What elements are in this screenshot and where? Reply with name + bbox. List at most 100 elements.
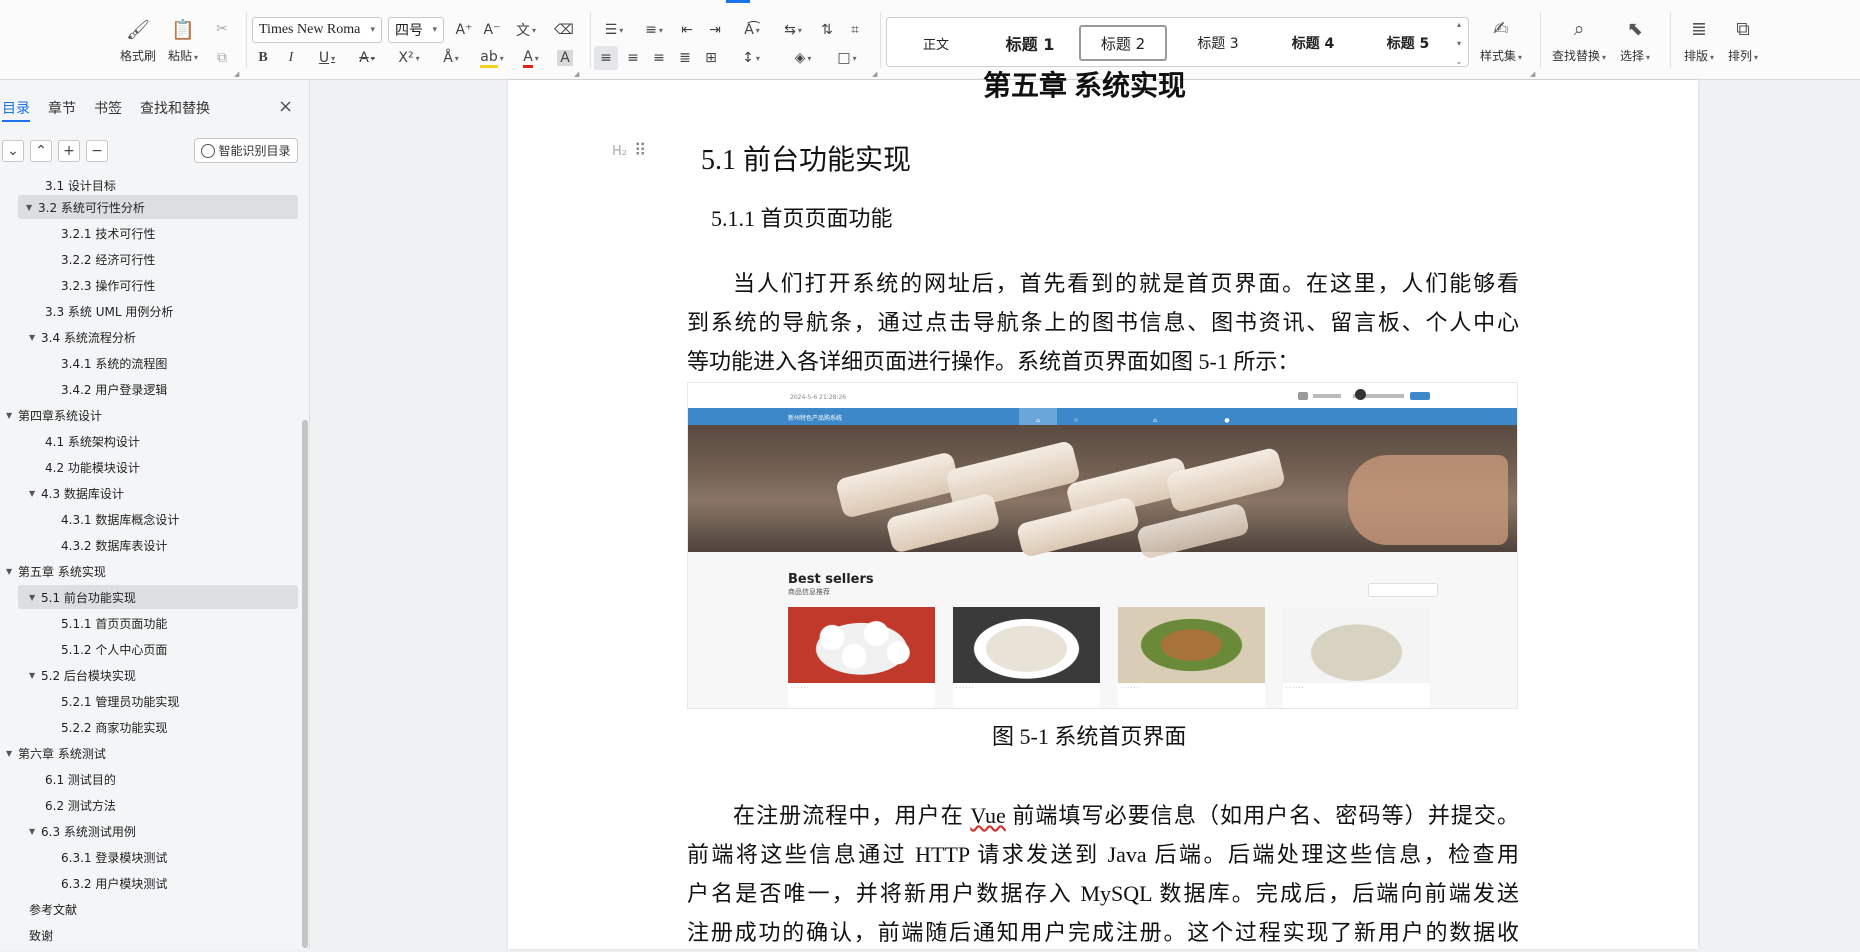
text-direction-button[interactable]: ⇆ ▾ bbox=[776, 18, 810, 42]
toc-item[interactable]: ▼ 6.3 系统测试用例 bbox=[18, 819, 298, 843]
font-dialog-launcher[interactable]: ◢ bbox=[574, 70, 579, 78]
add-item-button[interactable]: + bbox=[58, 140, 80, 162]
homepage-screenshot-figure[interactable]: 2024-5-6 21:28:26 新州特色产品购系统 ⌂ ☆ ⌂ ● Best… bbox=[687, 382, 1518, 709]
spellcheck-word[interactable]: Vue bbox=[970, 803, 1005, 828]
style-heading-2[interactable]: 标题 2 bbox=[1079, 25, 1167, 61]
line-spacing-button[interactable]: ↕ ▾ bbox=[734, 46, 768, 70]
align-center-button[interactable]: ≡ bbox=[622, 46, 644, 70]
toc-item[interactable]: 3.4.1 系统的流程图 bbox=[18, 351, 298, 375]
toc-item[interactable]: 5.2.2 商家功能实现 bbox=[18, 715, 298, 739]
expanded-triangle-icon[interactable]: ▼ bbox=[29, 593, 41, 602]
style-heading-1[interactable]: 标题 1 bbox=[987, 25, 1073, 61]
toc-item[interactable]: 6.2 测试方法 bbox=[18, 793, 298, 817]
arrange-button[interactable]: ⧉ 排列 ▾ bbox=[1728, 16, 1758, 64]
tab-find-replace[interactable]: 查找和替换 bbox=[140, 98, 210, 118]
toc-item[interactable]: 6.1 测试目的 bbox=[18, 767, 298, 791]
expanded-triangle-icon[interactable]: ▼ bbox=[26, 203, 38, 212]
layout-button[interactable]: ≣ 排版 ▾ bbox=[1684, 16, 1714, 64]
strikethrough-button[interactable]: A ▾ bbox=[350, 46, 384, 70]
align-left-button[interactable]: ≡ bbox=[594, 46, 618, 70]
decrease-indent-button[interactable]: ⇤ bbox=[676, 18, 698, 42]
superscript-button[interactable]: X² ▾ bbox=[392, 46, 426, 70]
format-painter-button[interactable]: 🖌 格式刷 bbox=[120, 16, 156, 64]
style-normal[interactable]: 正文 bbox=[901, 25, 971, 61]
toc-item[interactable]: ▼ 第六章 系统测试 bbox=[6, 741, 286, 765]
style-heading-5[interactable]: 标题 5 bbox=[1365, 25, 1451, 61]
bullet-list-button[interactable]: ☰ ▾ bbox=[596, 18, 632, 42]
sort-button[interactable]: ⇅ bbox=[816, 18, 838, 42]
font-name-select[interactable]: Times New Roma ▾ bbox=[252, 17, 382, 43]
show-marks-button[interactable]: ⌗ bbox=[844, 18, 866, 42]
chinese-layout-button[interactable]: A͡ ▾ bbox=[734, 18, 770, 42]
align-right-button[interactable]: ≡ bbox=[648, 46, 670, 70]
toc-item[interactable]: 3.3 系统 UML 用例分析 bbox=[18, 299, 298, 323]
increase-indent-button[interactable]: ⇥ bbox=[704, 18, 726, 42]
toc-item[interactable]: ▼ 4.3 数据库设计 bbox=[18, 481, 298, 505]
expanded-triangle-icon[interactable]: ▼ bbox=[6, 749, 18, 758]
toc-item[interactable]: 4.2 功能模块设计 bbox=[18, 455, 298, 479]
clipboard-dialog-launcher[interactable]: ◢ bbox=[234, 70, 239, 78]
toc-item[interactable]: ▼ 第四章系统设计 bbox=[6, 403, 286, 427]
cut-button[interactable]: ✂ bbox=[212, 17, 232, 41]
close-icon[interactable]: × bbox=[278, 96, 293, 117]
tab-chapters[interactable]: 章节 bbox=[48, 98, 76, 118]
toc-item[interactable]: 4.3.2 数据库表设计 bbox=[18, 533, 298, 557]
remove-item-button[interactable]: − bbox=[86, 140, 108, 162]
toc-item[interactable]: 3.4.2 用户登录逻辑 bbox=[18, 377, 298, 401]
tab-bookmarks[interactable]: 书签 bbox=[94, 98, 122, 118]
toc-item[interactable]: 致谢 bbox=[18, 923, 298, 947]
numbered-list-button[interactable]: ≡ ▾ bbox=[636, 18, 672, 42]
expanded-triangle-icon[interactable]: ▼ bbox=[6, 567, 18, 576]
tab-toc[interactable]: 目录 bbox=[2, 98, 30, 118]
copy-button[interactable]: ⧉ bbox=[212, 46, 232, 70]
grow-font-button[interactable]: A⁺ bbox=[452, 18, 476, 42]
collapse-all-button[interactable]: ⌄ bbox=[2, 140, 24, 162]
figure-caption[interactable]: 图 5-1 系统首页界面 bbox=[992, 719, 1186, 751]
toc-item[interactable]: 6.3.1 登录模块测试 bbox=[18, 845, 298, 869]
body-paragraph[interactable]: 在注册流程中，用户在 Vue 前端填写必要信息（如用户名、密码等）并提交。 前端… bbox=[687, 796, 1519, 952]
toc-item[interactable]: 3.2.2 经济可行性 bbox=[18, 247, 298, 271]
toc-item[interactable]: ▼ 3.2 系统可行性分析 bbox=[18, 195, 298, 219]
heading-3[interactable]: 5.1.1 首页页面功能 bbox=[711, 201, 893, 233]
shading-button[interactable]: ◈ ▾ bbox=[786, 46, 820, 70]
font-color-button[interactable]: A ▾ bbox=[514, 46, 548, 70]
style-set-button[interactable]: ✍ 样式集 ▾ bbox=[1480, 16, 1522, 64]
smart-toc-button[interactable]: 智能识别目录 bbox=[194, 138, 298, 163]
body-paragraph[interactable]: 当人们打开系统的网址后，首先看到的就是首页界面。在这里，人们能够看 到系统的导航… bbox=[687, 264, 1519, 381]
expanded-triangle-icon[interactable]: ▼ bbox=[29, 333, 41, 342]
toc-item[interactable]: 3.2.1 技术可行性 bbox=[18, 221, 298, 245]
distribute-button[interactable]: ⊞ bbox=[700, 46, 722, 70]
shrink-font-button[interactable]: A⁻ bbox=[480, 18, 504, 42]
font-size-select[interactable]: 四号 ▾ bbox=[388, 17, 444, 43]
paste-button[interactable]: 📋 粘贴 ▾ bbox=[168, 16, 198, 64]
find-replace-button[interactable]: ⌕ 查找替换 ▾ bbox=[1552, 16, 1606, 64]
style-heading-3[interactable]: 标题 3 bbox=[1173, 25, 1263, 61]
toc-item[interactable]: ▼ 第五章 系统实现 bbox=[6, 559, 286, 583]
justify-button[interactable]: ≣ bbox=[674, 46, 696, 70]
toc-item[interactable]: 5.2.1 管理员功能实现 bbox=[18, 689, 298, 713]
bold-button[interactable]: B bbox=[252, 46, 274, 70]
toc-item[interactable]: 5.1.2 个人中心页面 bbox=[18, 637, 298, 661]
toc-item[interactable]: 6.3.2 用户模块测试 bbox=[18, 871, 298, 895]
toc-item[interactable]: ▼ 3.4 系统流程分析 bbox=[18, 325, 298, 349]
drag-handle-icon[interactable]: ⠿ bbox=[634, 141, 646, 161]
toc-item[interactable]: 3.2.3 操作可行性 bbox=[18, 273, 298, 297]
style-heading-4[interactable]: 标题 4 bbox=[1269, 25, 1357, 61]
italic-button[interactable]: I bbox=[280, 46, 302, 70]
phonetic-guide-button[interactable]: 文 ▾ bbox=[508, 18, 544, 42]
expanded-triangle-icon[interactable]: ▼ bbox=[29, 489, 41, 498]
underline-button[interactable]: U ▾ bbox=[310, 46, 344, 70]
expanded-triangle-icon[interactable]: ▼ bbox=[29, 671, 41, 680]
styles-gallery-scroll[interactable]: ▴ ▾ ⌄ bbox=[1452, 20, 1466, 66]
text-effect-button[interactable]: Å ▾ bbox=[434, 46, 468, 70]
borders-button[interactable]: □ ▾ bbox=[830, 46, 864, 70]
char-shading-button[interactable]: A bbox=[554, 46, 576, 70]
expanded-triangle-icon[interactable]: ▼ bbox=[29, 827, 41, 836]
toc-item[interactable]: ▼ 5.1 前台功能实现 bbox=[18, 585, 298, 609]
toc-item[interactable]: 4.3.1 数据库概念设计 bbox=[18, 507, 298, 531]
toc-item[interactable]: 5.1.1 首页页面功能 bbox=[18, 611, 298, 635]
expanded-triangle-icon[interactable]: ▼ bbox=[6, 411, 18, 420]
highlight-button[interactable]: ab ▾ bbox=[474, 46, 510, 70]
panel-scrollbar[interactable] bbox=[302, 420, 308, 948]
heading-2[interactable]: 5.1 前台功能实现 bbox=[701, 138, 911, 178]
